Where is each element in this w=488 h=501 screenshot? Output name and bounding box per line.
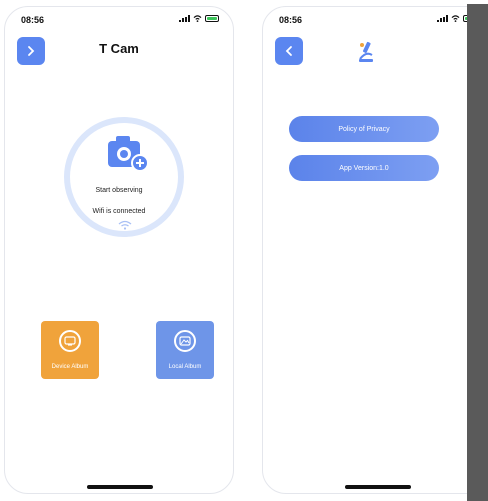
status-bar: 08:56	[279, 13, 477, 27]
home-indicator	[87, 485, 153, 489]
signal-icon	[179, 15, 190, 22]
device-album-button[interactable]: Device Album	[41, 321, 99, 379]
privacy-policy-button[interactable]: Policy of Privacy	[289, 116, 439, 142]
privacy-policy-label: Policy of Privacy	[338, 125, 390, 133]
device-album-label: Device Album	[51, 364, 89, 370]
signal-icon	[437, 15, 448, 22]
status-time: 08:56	[279, 15, 303, 25]
phone-screen-home: 08:56 T Cam Start observing Wifi is conn…	[4, 6, 234, 494]
dark-side-strip	[467, 4, 488, 501]
status-icons	[179, 15, 219, 22]
app-version-label: App Version:1.0	[339, 164, 389, 172]
start-observing-text: Start observing	[95, 187, 143, 194]
camera-add-icon[interactable]	[106, 133, 150, 173]
wifi-status-icon	[193, 15, 202, 22]
app-version-button[interactable]: App Version:1.0	[289, 155, 439, 181]
wifi-status-icon	[451, 15, 460, 22]
back-button[interactable]	[275, 37, 303, 65]
device-album-icon	[59, 330, 81, 352]
home-indicator	[345, 485, 411, 489]
status-time: 08:56	[21, 15, 45, 25]
phone-screen-settings: 08:56 Policy of Privacy App Version:1.0	[262, 6, 488, 494]
wifi-icon	[118, 220, 132, 230]
local-album-icon	[174, 330, 196, 352]
chevron-left-icon	[285, 46, 292, 56]
wifi-status-text: Wifi is connected	[92, 208, 146, 215]
battery-icon	[205, 15, 219, 22]
microscope-logo-icon	[359, 41, 373, 62]
page-title: T Cam	[99, 41, 139, 56]
local-album-label: Local Album	[168, 364, 202, 370]
local-album-button[interactable]: Local Album	[156, 321, 214, 379]
status-bar: 08:56	[21, 13, 219, 27]
